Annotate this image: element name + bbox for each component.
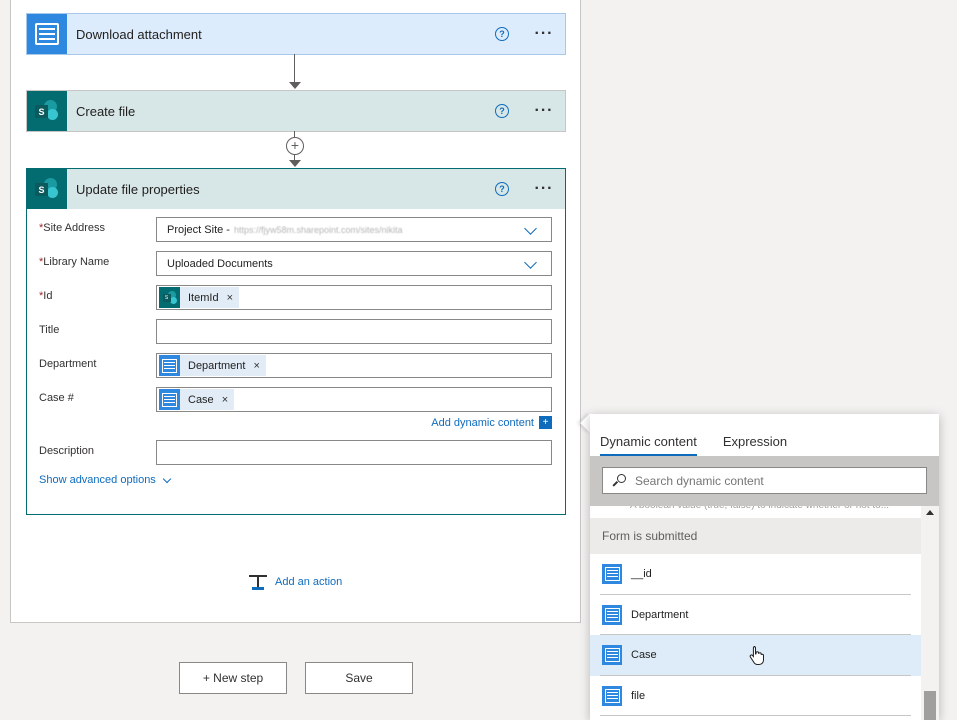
chevron-down-icon[interactable]: [524, 256, 537, 269]
forms-app-icon: [602, 604, 622, 625]
field-label: Title: [39, 324, 60, 336]
list-item[interactable]: __id: [590, 554, 921, 595]
step-header[interactable]: S Create file ? ···: [27, 91, 565, 131]
dynamic-token-case[interactable]: Case ×: [159, 389, 235, 410]
field-row-library-name: *Library Name Uploaded Documents: [39, 251, 553, 276]
dynamic-token-itemid[interactable]: S ItemId ×: [159, 287, 240, 308]
step-header[interactable]: S Update file properties ? ···: [27, 169, 565, 209]
scroll-up-icon[interactable]: [926, 510, 934, 515]
case-input[interactable]: Case ×: [156, 387, 552, 412]
step-form: *Site Address Project Site - https://fjy…: [27, 209, 565, 498]
add-dynamic-content-link[interactable]: Add dynamic content +: [431, 416, 552, 429]
add-action-icon: [249, 573, 267, 591]
field-label: *Id: [39, 290, 53, 302]
remove-token-icon[interactable]: ×: [227, 292, 233, 304]
show-advanced-options-link[interactable]: Show advanced options: [39, 474, 553, 486]
help-icon[interactable]: ?: [495, 182, 509, 196]
field-row-site-address: *Site Address Project Site - https://fjy…: [39, 217, 553, 242]
field-row-department: Department Department ×: [39, 353, 553, 378]
connector-line: [294, 54, 295, 84]
step-card-update-file-properties[interactable]: S Update file properties ? ··· *Site Add…: [26, 168, 566, 515]
more-options-icon[interactable]: ···: [533, 26, 555, 42]
add-dynamic-content-icon[interactable]: +: [539, 416, 552, 429]
forms-app-icon: [159, 389, 180, 410]
forms-app-icon: [602, 645, 622, 666]
dynamic-content-list: A boolean value (true, false) to indicat…: [590, 506, 921, 720]
forms-app-icon: [159, 355, 180, 376]
dynamic-content-panel: Dynamic content Expression A boolean val…: [590, 414, 939, 720]
sharepoint-icon: S: [27, 91, 67, 131]
title-input[interactable]: [156, 319, 552, 344]
field-label: *Library Name: [39, 256, 110, 268]
search-input[interactable]: [635, 473, 905, 488]
list-item[interactable]: file: [590, 676, 921, 717]
chevron-down-icon[interactable]: [524, 222, 537, 235]
remove-token-icon[interactable]: ×: [222, 394, 228, 406]
site-address-dropdown[interactable]: Project Site - https://fjyw58m.sharepoin…: [156, 217, 552, 242]
step-header[interactable]: Download attachment ? ···: [27, 14, 565, 54]
search-icon: [612, 474, 626, 487]
list-item[interactable]: Case: [590, 635, 921, 676]
description-input[interactable]: [156, 440, 552, 465]
scroll-thumb[interactable]: [924, 691, 936, 720]
forms-app-icon: [27, 14, 67, 54]
dynamic-token-department[interactable]: Department ×: [159, 355, 266, 376]
field-row-title: Title: [39, 319, 553, 344]
chevron-down-icon: [162, 474, 172, 483]
scrollbar[interactable]: [921, 506, 939, 720]
insert-step-plus-icon[interactable]: +: [286, 137, 304, 155]
library-name-dropdown[interactable]: Uploaded Documents: [156, 251, 552, 276]
section-header[interactable]: Form is submitted: [590, 518, 921, 554]
list-item[interactable]: Department: [590, 595, 921, 636]
sharepoint-icon: S: [159, 287, 180, 308]
help-icon[interactable]: ?: [495, 104, 509, 118]
id-input[interactable]: S ItemId ×: [156, 285, 552, 310]
field-row-case: Case # Case ×: [39, 387, 553, 412]
more-options-icon[interactable]: ···: [533, 103, 555, 119]
department-input[interactable]: Department ×: [156, 353, 552, 378]
hand-cursor-icon: [749, 646, 764, 665]
step-title: Update file properties: [76, 181, 200, 197]
forms-app-icon: [602, 685, 622, 706]
field-label: Description: [39, 445, 95, 457]
panel-tabs: Dynamic content Expression: [590, 414, 939, 456]
connector-arrow-icon: [289, 160, 301, 167]
forms-app-icon: [602, 564, 622, 585]
step-card-create-file[interactable]: S Create file ? ···: [26, 90, 566, 132]
field-row-id: *Id S ItemId ×: [39, 285, 553, 310]
truncated-description: A boolean value (true, false) to indicat…: [590, 506, 921, 518]
add-action-button[interactable]: Add an action: [249, 573, 342, 591]
save-button[interactable]: Save: [305, 662, 413, 694]
field-row-description: Description: [39, 440, 553, 465]
more-options-icon[interactable]: ···: [533, 181, 555, 197]
step-title: Create file: [76, 103, 136, 119]
field-label: Case #: [39, 392, 74, 404]
connector-arrow-icon: [289, 82, 301, 89]
help-icon[interactable]: ?: [495, 27, 509, 41]
step-card-download-attachment[interactable]: Download attachment ? ···: [26, 13, 566, 55]
step-title: Download attachment: [76, 26, 202, 42]
tab-expression[interactable]: Expression: [723, 434, 787, 456]
sharepoint-icon: S: [27, 169, 67, 209]
new-step-button[interactable]: + New step: [179, 662, 287, 694]
tab-dynamic-content[interactable]: Dynamic content: [600, 434, 697, 456]
field-label: Department: [39, 358, 97, 370]
site-url: https://fjyw58m.sharepoint.com/sites/nik…: [233, 224, 403, 235]
field-label: *Site Address: [39, 222, 106, 234]
remove-token-icon[interactable]: ×: [253, 360, 259, 372]
search-area: [590, 456, 939, 506]
search-box[interactable]: [602, 467, 927, 494]
